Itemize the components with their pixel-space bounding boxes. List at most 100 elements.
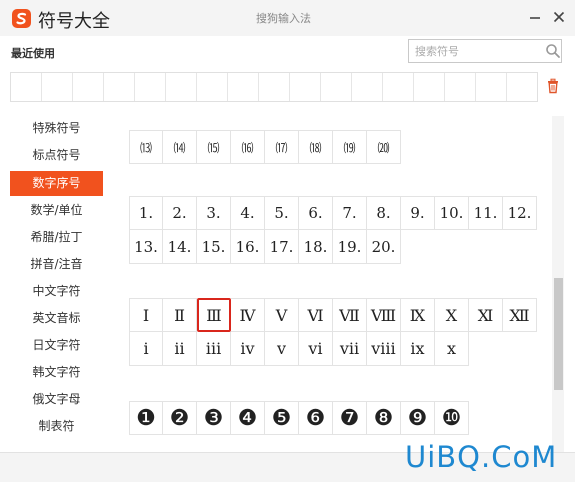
symbol-cell[interactable]: ⅴ [265, 332, 299, 366]
symbol-cell[interactable]: 16. [231, 230, 265, 264]
sidebar-item[interactable]: 标点符号 [10, 143, 103, 168]
symbol-cell[interactable]: ⅸ [401, 332, 435, 366]
symbol-cell[interactable]: ❶ [129, 401, 163, 435]
recent-slot[interactable] [104, 73, 135, 101]
symbol-cell[interactable]: 18. [299, 230, 333, 264]
sidebar-item[interactable]: 制表符 [10, 414, 103, 439]
symbol-cell[interactable]: 15. [197, 230, 231, 264]
symbol-cell[interactable]: 4. [231, 196, 265, 230]
symbol-cell[interactable]: Ⅰ [129, 298, 163, 332]
symbol-cell[interactable]: ⅱ [163, 332, 197, 366]
symbol-cell[interactable]: ⒃ [231, 130, 265, 164]
symbol-cell[interactable]: ⒄ [265, 130, 299, 164]
symbol-cell[interactable]: 17. [265, 230, 299, 264]
symbol-cell[interactable]: 14. [163, 230, 197, 264]
recent-slot[interactable] [414, 73, 445, 101]
symbol-cell[interactable]: ❻ [299, 401, 333, 435]
recent-slot[interactable] [383, 73, 414, 101]
symbol-cell[interactable]: Ⅺ [469, 298, 503, 332]
symbol-cell[interactable]: Ⅶ [333, 298, 367, 332]
search-input[interactable] [415, 43, 535, 59]
sidebar-item[interactable]: 日文字符 [10, 333, 103, 358]
symbol-cell[interactable]: 12. [503, 196, 537, 230]
recent-slot[interactable] [73, 73, 104, 101]
symbol-cell[interactable]: Ⅻ [503, 298, 537, 332]
symbol-cell[interactable]: ⅵ [299, 332, 333, 366]
symbol-cell[interactable]: 3. [197, 196, 231, 230]
symbol-cell[interactable]: ⅹ [435, 332, 469, 366]
recent-slot[interactable] [259, 73, 290, 101]
sidebar-item[interactable]: 数学/单位 [10, 198, 103, 223]
symbol-cell[interactable]: ❼ [333, 401, 367, 435]
symbol-cell[interactable]: Ⅷ [367, 298, 401, 332]
sidebar-item[interactable]: 希腊/拉丁 [10, 225, 103, 250]
symbol-cell[interactable]: 2. [163, 196, 197, 230]
symbol-cell[interactable]: 7. [333, 196, 367, 230]
recent-slot[interactable] [290, 73, 321, 101]
recent-slot[interactable] [228, 73, 259, 101]
symbol-cell[interactable]: ⒅ [299, 130, 333, 164]
symbol-cell[interactable]: Ⅱ [163, 298, 197, 332]
symbol-cell[interactable]: ⅳ [231, 332, 265, 366]
symbol-cell[interactable]: ⅲ [197, 332, 231, 366]
symbol-cell[interactable]: Ⅵ [299, 298, 333, 332]
search-icon[interactable] [545, 43, 561, 59]
symbol-cell[interactable]: 13. [129, 230, 163, 264]
sidebar-item[interactable]: 特殊符号 [10, 116, 103, 141]
sidebar-item[interactable]: 拼音/注音 [10, 252, 103, 277]
symbol-cell[interactable]: ⅶ [333, 332, 367, 366]
symbol-cell[interactable]: 6. [299, 196, 333, 230]
symbol-cell[interactable]: 19. [333, 230, 367, 264]
symbol-cell[interactable]: ⒂ [197, 130, 231, 164]
symbol-cell[interactable]: ❷ [163, 401, 197, 435]
roman-numerals-group: ⅠⅡⅢⅣⅤⅥⅦⅧⅨⅩⅪⅫⅰⅱⅲⅳⅴⅵⅶⅷⅸⅹ [129, 298, 537, 366]
app-title: 符号大全 [38, 11, 110, 32]
recent-slot[interactable] [197, 73, 228, 101]
recent-slot[interactable] [42, 73, 73, 101]
symbol-cell[interactable]: ⒀ [129, 130, 163, 164]
symbol-cell[interactable]: Ⅲ [197, 298, 231, 332]
symbol-cell[interactable]: ⒆ [333, 130, 367, 164]
recent-symbols-grid [10, 72, 538, 102]
symbol-cell[interactable]: ❹ [231, 401, 265, 435]
recent-slot[interactable] [135, 73, 166, 101]
close-icon[interactable] [550, 8, 568, 26]
minimize-icon[interactable] [526, 8, 544, 26]
recent-slot[interactable] [445, 73, 476, 101]
symbol-cell[interactable]: Ⅴ [265, 298, 299, 332]
sidebar-item[interactable]: 英文音标 [10, 306, 103, 331]
symbol-cell[interactable]: ⅷ [367, 332, 401, 366]
symbol-cell[interactable]: ⅰ [129, 332, 163, 366]
recent-slot[interactable] [166, 73, 197, 101]
symbol-cell[interactable]: 11. [469, 196, 503, 230]
trash-icon[interactable] [545, 78, 561, 94]
recent-slot[interactable] [321, 73, 352, 101]
symbol-cell[interactable]: Ⅹ [435, 298, 469, 332]
recent-slot[interactable] [507, 73, 537, 101]
symbol-cell[interactable]: 9. [401, 196, 435, 230]
scrollbar-thumb[interactable] [554, 278, 563, 390]
sidebar-item[interactable]: 数字序号 [10, 171, 103, 196]
symbol-cell[interactable]: ⒇ [367, 130, 401, 164]
recent-slot[interactable] [476, 73, 507, 101]
symbol-cell[interactable]: ❿ [435, 401, 469, 435]
symbol-cell[interactable]: ❽ [367, 401, 401, 435]
symbol-cell[interactable]: 20. [367, 230, 401, 264]
symbol-cell[interactable]: 5. [265, 196, 299, 230]
recent-slot[interactable] [11, 73, 42, 101]
symbol-cell[interactable]: ❸ [197, 401, 231, 435]
symbol-cell[interactable]: Ⅸ [401, 298, 435, 332]
symbol-cell[interactable]: 8. [367, 196, 401, 230]
symbol-cell[interactable]: ❾ [401, 401, 435, 435]
recent-slot[interactable] [352, 73, 383, 101]
symbol-cell[interactable]: ⒁ [163, 130, 197, 164]
symbol-cell[interactable]: 10. [435, 196, 469, 230]
symbol-row: 1. 2. 3. 4. 5. 6. 7. 8. 9. 10. 11. 12. [129, 196, 537, 230]
sidebar-item[interactable]: 韩文字符 [10, 360, 103, 385]
sidebar-item[interactable]: 俄文字母 [10, 387, 103, 412]
symbol-cell[interactable]: Ⅳ [231, 298, 265, 332]
symbol-cell[interactable]: ❺ [265, 401, 299, 435]
sidebar-item[interactable]: 中文字符 [10, 279, 103, 304]
search-box[interactable] [408, 39, 562, 63]
symbol-cell[interactable]: 1. [129, 196, 163, 230]
